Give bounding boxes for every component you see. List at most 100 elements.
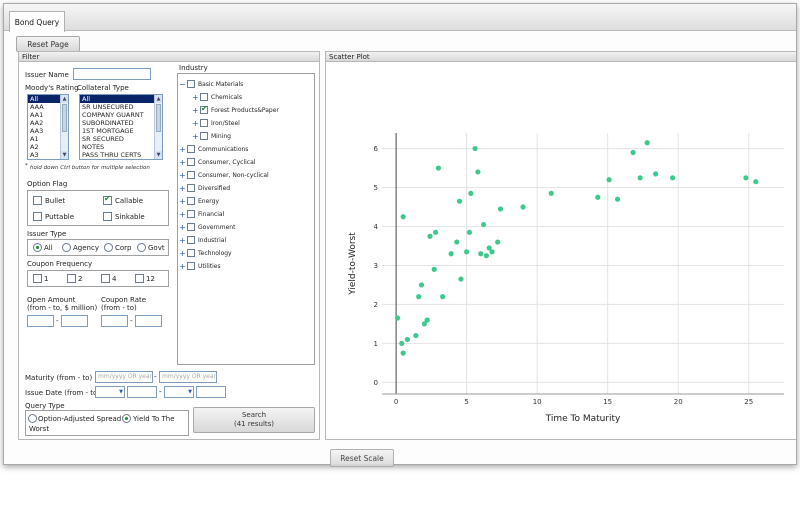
communications-checkbox[interactable] (187, 145, 195, 153)
expand-icon[interactable]: + (179, 158, 186, 167)
expand-icon[interactable]: + (179, 145, 186, 154)
expand-icon[interactable]: + (179, 236, 186, 245)
reset-page-button[interactable]: Reset Page (16, 36, 80, 52)
scroll-down-icon[interactable]: ▼ (155, 151, 162, 159)
expand-icon[interactable]: + (179, 210, 186, 219)
data-point[interactable] (637, 175, 643, 181)
scatter-chart[interactable]: 0 5 10 15 20 25 0 1 2 3 4 5 6 Time To Maturity Yield… (326, 63, 797, 440)
utilities-checkbox[interactable] (187, 262, 195, 270)
issue-date-to-year-input[interactable] (196, 386, 226, 398)
list-item[interactable]: SR SECURED (80, 135, 162, 143)
technology-checkbox[interactable] (187, 249, 195, 257)
scroll-up-icon[interactable]: ▲ (61, 95, 68, 103)
expand-icon[interactable]: + (179, 262, 186, 271)
scroll-thumb[interactable] (62, 104, 67, 132)
data-point[interactable] (497, 206, 504, 212)
data-point[interactable] (458, 276, 464, 282)
expand-icon[interactable]: + (179, 184, 186, 193)
mining-checkbox[interactable] (200, 132, 208, 140)
data-point[interactable] (427, 233, 433, 239)
diversified-checkbox[interactable] (187, 184, 195, 192)
issuer-type-govt-radio[interactable] (137, 243, 146, 252)
data-point[interactable] (466, 229, 473, 235)
data-point[interactable] (472, 145, 478, 152)
data-point[interactable] (475, 169, 481, 175)
forest-products-checkbox[interactable] (200, 104, 208, 114)
expand-icon[interactable]: + (192, 119, 199, 128)
expand-icon[interactable]: + (179, 197, 186, 206)
expand-icon[interactable]: + (179, 171, 186, 180)
coupon-freq-12-checkbox[interactable] (135, 274, 144, 283)
data-point[interactable] (394, 315, 401, 321)
data-point[interactable] (630, 149, 636, 156)
expand-icon[interactable]: + (192, 106, 199, 115)
basic-materials-checkbox[interactable] (187, 80, 195, 88)
open-amount-from-input[interactable] (27, 315, 54, 327)
oas-radio[interactable] (28, 414, 37, 423)
puttable-checkbox[interactable] (33, 212, 42, 221)
government-checkbox[interactable] (187, 223, 195, 231)
scrollbar[interactable]: ▲ ▼ (60, 95, 68, 159)
data-point[interactable] (400, 350, 406, 356)
scroll-up-icon[interactable]: ▲ (155, 95, 162, 103)
coupon-freq-2-checkbox[interactable] (67, 274, 76, 283)
consumer-noncyclical-checkbox[interactable] (187, 171, 195, 179)
issuer-type-agency-radio[interactable] (62, 243, 71, 252)
list-item[interactable]: SR UNSECURED (80, 103, 162, 111)
issuer-name-input[interactable] (73, 68, 151, 80)
data-point[interactable] (489, 249, 495, 255)
scroll-thumb[interactable] (156, 104, 161, 132)
data-point[interactable] (480, 221, 487, 228)
issue-date-from-year-input[interactable] (127, 386, 157, 398)
data-point[interactable] (644, 140, 650, 146)
scrollbar[interactable]: ▲ ▼ (154, 95, 162, 159)
data-point[interactable] (483, 253, 489, 259)
tab-bond-query[interactable]: Bond Query (9, 11, 65, 32)
sinkable-checkbox[interactable] (103, 212, 112, 221)
data-point[interactable] (478, 251, 484, 257)
data-point[interactable] (404, 336, 410, 343)
reset-scale-button[interactable]: Reset Scale (330, 449, 394, 467)
data-point[interactable] (653, 171, 659, 177)
maturity-to-input[interactable]: mm/yyyy OR year (159, 371, 217, 383)
open-amount-to-input[interactable] (61, 315, 88, 327)
list-item[interactable]: COMPANY GUARNT (80, 111, 162, 119)
issuer-type-corp-radio[interactable] (104, 243, 113, 252)
data-point[interactable] (435, 165, 442, 171)
expand-icon[interactable]: + (179, 223, 186, 232)
list-item[interactable]: All (80, 95, 162, 103)
data-point[interactable] (468, 190, 474, 196)
data-point[interactable] (399, 340, 405, 346)
expand-icon[interactable]: + (179, 249, 186, 258)
ytw-radio[interactable] (122, 414, 131, 423)
data-point[interactable] (418, 282, 425, 288)
data-point[interactable] (456, 198, 463, 204)
data-point[interactable] (495, 239, 501, 245)
data-point[interactable] (400, 214, 406, 220)
issue-date-from-month-select[interactable] (95, 386, 125, 398)
list-item[interactable]: SUBORDINATED (80, 119, 162, 127)
consumer-cyclical-checkbox[interactable] (187, 158, 195, 166)
financial-checkbox[interactable] (187, 210, 195, 218)
coupon-rate-to-input[interactable] (135, 315, 162, 327)
chemicals-checkbox[interactable] (200, 93, 208, 101)
data-point[interactable] (433, 229, 439, 235)
search-button[interactable]: Search (41 results) (193, 407, 315, 433)
data-point[interactable] (520, 204, 526, 210)
data-point[interactable] (454, 239, 460, 245)
collapse-icon[interactable]: − (179, 80, 186, 89)
callable-checkbox[interactable] (103, 194, 112, 205)
data-point[interactable] (548, 190, 554, 196)
data-point[interactable] (753, 179, 759, 185)
maturity-from-input[interactable]: mm/yyyy OR year (95, 371, 153, 383)
data-point[interactable] (413, 332, 419, 339)
issuer-type-all-radio[interactable] (33, 243, 42, 252)
data-point[interactable] (440, 294, 446, 300)
data-point[interactable] (606, 177, 612, 183)
industrial-checkbox[interactable] (187, 236, 195, 244)
expand-icon[interactable]: + (192, 132, 199, 141)
coupon-freq-1-checkbox[interactable] (33, 274, 42, 283)
coupon-rate-from-input[interactable] (101, 315, 128, 327)
moodys-rating-list[interactable]: All AAA AA1 AA2 AA3 A1 A2 A3 ▲ ▼ (27, 94, 69, 160)
issue-date-to-month-select[interactable] (164, 386, 194, 398)
